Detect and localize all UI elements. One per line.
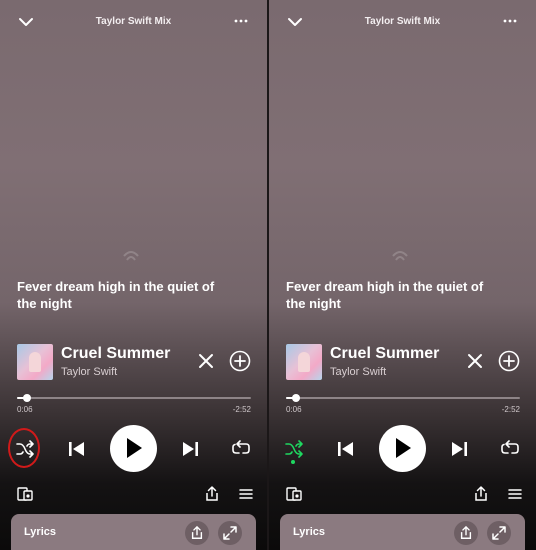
- remaining-time: -2:52: [501, 405, 520, 414]
- lyrics-expand-button[interactable]: [487, 521, 511, 545]
- playlist-title: Taylor Swift Mix: [95, 16, 172, 27]
- close-icon[interactable]: [197, 352, 215, 370]
- lyrics-label: Lyrics: [293, 526, 326, 538]
- lyrics-label: Lyrics: [24, 526, 57, 538]
- play-icon: [396, 438, 411, 458]
- lyrics-share-button[interactable]: [185, 521, 209, 545]
- elapsed-time: 0:06: [286, 405, 302, 414]
- artist-name[interactable]: Taylor Swift: [330, 366, 386, 378]
- play-icon: [127, 438, 142, 458]
- player-screen-left: Taylor Swift Mix Fever dream high in the…: [0, 0, 267, 550]
- next-icon[interactable]: [180, 439, 200, 459]
- elapsed-time: 0:06: [17, 405, 33, 414]
- remaining-time: -2:52: [232, 405, 251, 414]
- play-button[interactable]: [110, 425, 157, 472]
- album-art: [17, 344, 53, 380]
- share-icon: [460, 526, 472, 539]
- progress-track[interactable]: [17, 397, 251, 399]
- share-icon: [191, 526, 203, 539]
- more-icon[interactable]: [502, 15, 518, 27]
- lyrics-card[interactable]: Lyrics: [280, 514, 525, 550]
- progress-track[interactable]: [286, 397, 520, 399]
- close-icon[interactable]: [466, 352, 484, 370]
- player-screen-right: Taylor Swift Mix Fever dream high in the…: [269, 0, 536, 550]
- lyrics-card[interactable]: Lyrics: [11, 514, 256, 550]
- previous-icon[interactable]: [336, 439, 356, 459]
- lyric-line: Fever dream high in the quiet of the nig…: [17, 279, 215, 311]
- queue-icon[interactable]: [508, 487, 522, 501]
- album-art: [286, 344, 322, 380]
- progress-thumb[interactable]: [292, 394, 300, 402]
- expand-icon: [492, 526, 506, 540]
- loading-icon: [123, 251, 139, 261]
- lyrics-expand-button[interactable]: [218, 521, 242, 545]
- loading-icon: [392, 251, 408, 261]
- shuffle-icon[interactable]: [15, 440, 35, 458]
- artist-name[interactable]: Taylor Swift: [61, 366, 117, 378]
- connect-device-icon[interactable]: [17, 487, 33, 501]
- song-title: Cruel Summer: [330, 345, 440, 362]
- repeat-icon[interactable]: [500, 440, 520, 458]
- lyrics-share-button[interactable]: [454, 521, 478, 545]
- repeat-icon[interactable]: [231, 440, 251, 458]
- connect-device-icon[interactable]: [286, 487, 302, 501]
- progress-thumb[interactable]: [23, 394, 31, 402]
- song-title: Cruel Summer: [61, 345, 171, 362]
- lyric-line: Fever dream high in the quiet of the nig…: [286, 279, 484, 311]
- add-icon[interactable]: [229, 350, 251, 372]
- previous-icon[interactable]: [67, 439, 87, 459]
- expand-icon: [223, 526, 237, 540]
- shuffle-icon[interactable]: [284, 440, 304, 458]
- next-icon[interactable]: [449, 439, 469, 459]
- shuffle-active-dot: [291, 460, 295, 464]
- play-button[interactable]: [379, 425, 426, 472]
- share-icon[interactable]: [204, 486, 220, 502]
- playlist-title: Taylor Swift Mix: [364, 16, 441, 27]
- more-icon[interactable]: [233, 15, 249, 27]
- share-icon[interactable]: [473, 486, 489, 502]
- comparison-screens: Taylor Swift Mix Fever dream high in the…: [0, 0, 536, 550]
- add-icon[interactable]: [498, 350, 520, 372]
- queue-icon[interactable]: [239, 487, 253, 501]
